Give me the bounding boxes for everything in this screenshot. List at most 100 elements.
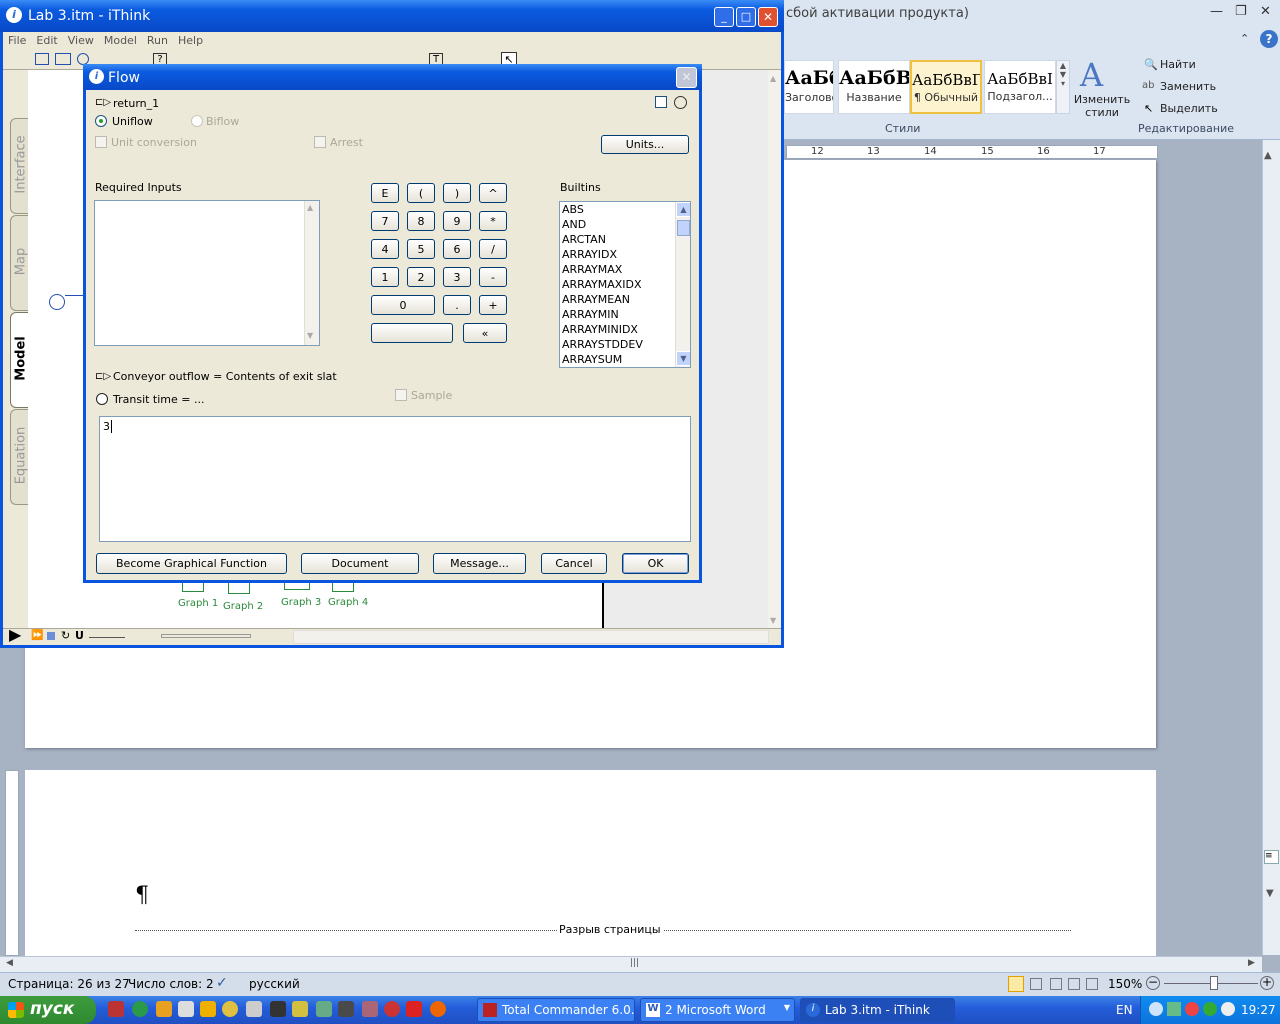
zoom-out-icon[interactable]: − (1146, 976, 1160, 990)
key-space[interactable] (371, 323, 453, 343)
menu-edit[interactable]: Edit (31, 32, 62, 49)
scroll-up-icon[interactable]: ▲ (770, 74, 776, 83)
play-icon[interactable]: ▶ (9, 625, 21, 644)
document-button[interactable]: Document (301, 553, 419, 574)
list-scrollbar[interactable]: ▲ ▼ (675, 202, 690, 367)
time-slider[interactable] (161, 634, 251, 638)
minimize-icon[interactable]: — (1210, 4, 1223, 19)
key-1[interactable]: 1 (371, 267, 399, 287)
ribbon-collapse-icon[interactable]: ⌃ (1240, 32, 1249, 45)
reset-icon[interactable]: ↻ (61, 629, 70, 642)
list-scrollbar[interactable]: ▲ ▼ (304, 201, 319, 345)
stock-tool-icon[interactable] (35, 53, 49, 65)
tray-expand-icon[interactable] (1149, 1002, 1163, 1016)
tray-icon[interactable] (1167, 1002, 1181, 1016)
key-6[interactable]: 6 (443, 239, 471, 259)
select-button[interactable]: Выделить (1160, 102, 1218, 115)
status-words[interactable]: Число слов: 2 (128, 977, 214, 991)
menu-view[interactable]: View (63, 32, 99, 49)
style-title[interactable]: АаБбВ Название (838, 60, 910, 114)
key-7[interactable]: 7 (371, 211, 399, 231)
key-8[interactable]: 8 (407, 211, 435, 231)
quicklaunch-icon[interactable] (222, 1001, 238, 1017)
outline-icon[interactable] (1068, 978, 1080, 990)
key-0[interactable]: 0 (371, 295, 435, 315)
tray-icon[interactable] (1203, 1002, 1217, 1016)
unit-conversion-checkbox[interactable] (95, 136, 107, 148)
quicklaunch-icon[interactable] (246, 1001, 262, 1017)
menu-model[interactable]: Model (99, 32, 142, 49)
horizontal-scrollbar[interactable]: ◀ ||| ▶ (0, 956, 1262, 972)
style-normal[interactable]: АаБбВвГ ¶ Обычный (910, 60, 982, 114)
tab-equation[interactable]: Equation (10, 409, 30, 505)
converter-icon[interactable] (49, 294, 65, 310)
u-icon[interactable]: U (75, 629, 84, 642)
change-styles-button[interactable]: Изменить стили (1072, 93, 1132, 119)
become-graphical-function-button[interactable]: Become Graphical Function (96, 553, 287, 574)
quicklaunch-icon[interactable] (406, 1001, 422, 1017)
cancel-button[interactable]: Cancel (541, 553, 607, 574)
restore-icon[interactable]: ❐ (1235, 4, 1247, 19)
replace-button[interactable]: Заменить (1160, 80, 1216, 93)
key-9[interactable]: 9 (443, 211, 471, 231)
scroll-thumb[interactable] (677, 220, 690, 236)
tray-icon[interactable] (1221, 1002, 1235, 1016)
find-button[interactable]: Найти (1160, 58, 1196, 71)
menu-file[interactable]: File (3, 32, 31, 49)
builtins-list[interactable]: ABS AND ARCTAN ARRAYIDX ARRAYMAX ARRAYMA… (559, 201, 691, 368)
scroll-down-icon[interactable]: ▼ (307, 331, 313, 340)
speed-slider[interactable] (89, 637, 125, 638)
scroll-thumb[interactable]: ≡ (1264, 850, 1279, 864)
sample-checkbox[interactable] (395, 389, 407, 401)
scroll-right-icon[interactable]: ▶ (1248, 958, 1255, 968)
builtin-item[interactable]: ARRAYMIN (560, 308, 690, 323)
quicklaunch-icon[interactable] (338, 1001, 354, 1017)
start-button[interactable]: пуск (0, 996, 96, 1024)
key-multiply[interactable]: * (479, 211, 507, 231)
uniflow-radio[interactable] (95, 115, 107, 127)
print-layout-icon[interactable] (1008, 976, 1024, 992)
ok-button[interactable]: OK (622, 553, 689, 574)
quicklaunch-icon[interactable] (316, 1001, 332, 1017)
quicklaunch-icon[interactable] (178, 1001, 194, 1017)
style-heading[interactable]: АаБбВ Заголово... (784, 60, 834, 114)
quicklaunch-icon[interactable] (200, 1001, 216, 1017)
scroll-up-icon[interactable]: ▲ (1264, 150, 1272, 161)
units-button[interactable]: Units... (601, 135, 689, 154)
web-layout-icon[interactable] (1050, 978, 1062, 990)
tab-map[interactable]: Map (10, 215, 30, 311)
reading-layout-icon[interactable] (1030, 978, 1042, 990)
required-inputs-list[interactable]: ▲ ▼ (94, 200, 320, 346)
arrest-checkbox[interactable] (314, 136, 326, 148)
graph-label[interactable]: Graph 4 (328, 597, 368, 608)
zoom-slider-thumb[interactable] (1210, 976, 1218, 990)
clock[interactable]: 19:27 (1241, 1003, 1276, 1017)
quicklaunch-icon[interactable] (292, 1001, 308, 1017)
quicklaunch-icon[interactable] (430, 1001, 446, 1017)
scroll-up-icon[interactable]: ▲ (307, 203, 313, 212)
quicklaunch-icon[interactable] (132, 1001, 148, 1017)
key-4[interactable]: 4 (371, 239, 399, 259)
builtin-item[interactable]: ARRAYMAXIDX (560, 278, 690, 293)
globe-icon[interactable] (674, 96, 687, 109)
document-page[interactable]: ¶ Разрыв страницы (25, 770, 1156, 956)
scroll-up-icon[interactable]: ▲ (676, 202, 690, 217)
graph-label[interactable]: Graph 3 (281, 597, 321, 608)
builtin-item[interactable]: AND (560, 218, 690, 233)
equation-input[interactable]: 3​ (99, 416, 691, 542)
style-subtitle[interactable]: АаБбВвІ Подзагол... (984, 60, 1056, 114)
message-button[interactable]: Message... (433, 553, 526, 574)
quicklaunch-icon[interactable] (384, 1001, 400, 1017)
quicklaunch-icon[interactable] (270, 1001, 286, 1017)
key-backspace[interactable]: « (463, 323, 507, 343)
styles-scroll[interactable]: ▲ ▼ ▾ (1056, 60, 1070, 114)
fast-forward-icon[interactable]: ⏩ (31, 630, 43, 641)
quicklaunch-icon[interactable] (156, 1001, 172, 1017)
scroll-left-icon[interactable]: ◀ (6, 958, 13, 968)
language-indicator[interactable]: EN (1116, 1003, 1133, 1017)
scroll-down-icon[interactable]: ▼ (676, 351, 690, 366)
ithink-hscroll[interactable] (293, 630, 769, 644)
transit-time-radio[interactable] (96, 393, 108, 405)
menu-run[interactable]: Run (142, 32, 173, 49)
vertical-scrollbar[interactable]: ▲ ≡ ▼ (1262, 140, 1280, 955)
